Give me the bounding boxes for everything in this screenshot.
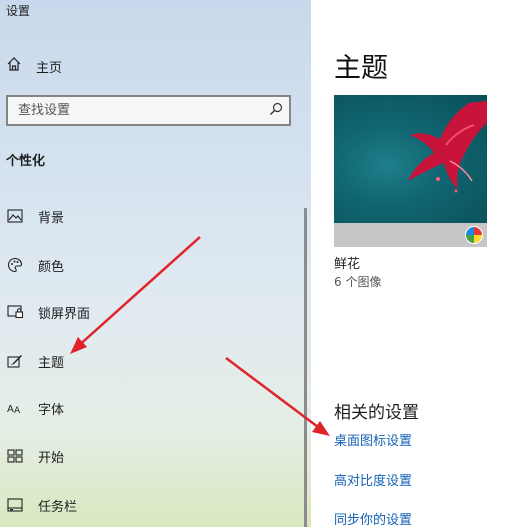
theme-brush-icon bbox=[6, 352, 24, 370]
sidebar-item-fonts[interactable]: AA 字体 bbox=[6, 394, 296, 422]
sidebar-item-label: 开始 bbox=[38, 450, 65, 466]
palette-icon bbox=[6, 256, 24, 274]
sidebar-item-colors[interactable]: 颜色 bbox=[6, 251, 296, 279]
sidebar-item-background[interactable]: 背景 bbox=[6, 202, 296, 230]
start-grid-icon bbox=[6, 447, 24, 465]
sidebar-item-taskbar[interactable]: 任务栏 bbox=[6, 491, 296, 519]
window-title: 设置 bbox=[6, 4, 31, 18]
color-wheel-icon bbox=[465, 226, 483, 244]
sync-settings-link[interactable]: 同步你的设置 bbox=[334, 509, 412, 528]
related-settings-title: 相关的设置 bbox=[334, 403, 419, 423]
svg-text:A: A bbox=[7, 404, 14, 415]
theme-card[interactable] bbox=[334, 95, 487, 247]
search-input[interactable] bbox=[18, 103, 248, 118]
sidebar-item-label: 字体 bbox=[38, 402, 65, 418]
home-icon bbox=[6, 56, 22, 76]
picture-icon bbox=[6, 207, 24, 225]
high-contrast-settings-link[interactable]: 高对比度设置 bbox=[334, 470, 412, 489]
theme-preview-image bbox=[334, 95, 487, 223]
sidebar-item-label: 主页 bbox=[36, 60, 63, 76]
search-icon[interactable] bbox=[269, 101, 283, 120]
lock-screen-icon bbox=[6, 303, 24, 321]
sidebar-item-label: 背景 bbox=[38, 210, 65, 226]
desktop-icon-settings-link[interactable]: 桌面图标设置 bbox=[334, 430, 412, 449]
font-icon: AA bbox=[6, 399, 24, 417]
theme-name: 鲜花 bbox=[334, 257, 361, 272]
sidebar-item-label: 任务栏 bbox=[38, 499, 78, 515]
sidebar-item-label: 锁屏界面 bbox=[38, 306, 91, 322]
taskbar-icon bbox=[6, 496, 24, 514]
section-title: 个性化 bbox=[6, 154, 46, 169]
page-title: 主题 bbox=[334, 53, 388, 84]
sidebar-item-themes[interactable]: 主题 bbox=[6, 347, 296, 375]
svg-text:A: A bbox=[14, 406, 21, 415]
theme-color-bar bbox=[334, 223, 487, 247]
sidebar-item-label: 颜色 bbox=[38, 259, 65, 275]
sidebar-item-home[interactable]: 主页 bbox=[6, 54, 62, 78]
sidebar: 设置 主页 个性化 背景 颜色 锁屏界面 主题 bbox=[0, 0, 311, 527]
sidebar-item-start[interactable]: 开始 bbox=[6, 442, 296, 470]
main-content: 主题 鲜花 6 个图像 相关的设置 桌面图标设置 高对比度设置 同步你的设置 bbox=[311, 0, 517, 528]
search-box[interactable] bbox=[6, 95, 291, 126]
sidebar-item-lock-screen[interactable]: 锁屏界面 bbox=[6, 298, 296, 326]
sidebar-scrollbar[interactable] bbox=[304, 208, 307, 527]
theme-image-count: 6 个图像 bbox=[334, 275, 382, 289]
sidebar-item-label: 主题 bbox=[38, 355, 65, 371]
